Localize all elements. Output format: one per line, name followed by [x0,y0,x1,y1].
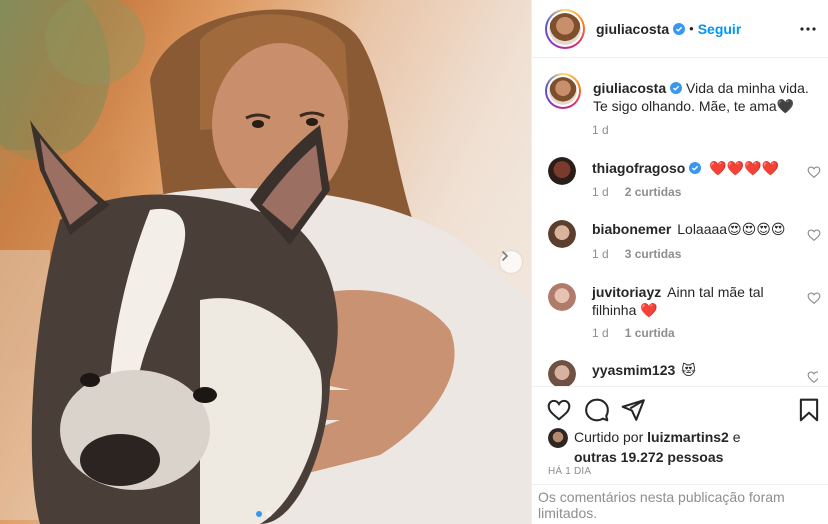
commenter-avatar[interactable] [548,220,576,248]
bookmark-icon[interactable] [796,397,822,423]
comment-time[interactable]: 1 d [592,326,609,340]
commenter-username[interactable]: biabonemer [592,221,671,237]
chevron-right-icon [502,251,509,261]
comment-heart-icon[interactable] [807,165,821,179]
comment-meta: 1 d 3 curtidas [592,247,681,261]
post-actions: Curtido por luizmartins2 e outras 19.272… [532,386,828,524]
comment-item: yyasmim123 😻 [548,360,818,386]
commenter-avatar[interactable] [548,360,576,386]
likes-count[interactable]: outras 19.272 pessoas [574,449,723,465]
likes-summary: Curtido por luizmartins2 e outras 19.272… [548,427,818,467]
comment-heart-icon[interactable] [807,228,821,242]
caption-author-avatar[interactable] [545,73,581,109]
post-details-panel: giuliacosta • Seguir giuliacosta Vida da… [531,0,828,524]
author-username[interactable]: giuliacosta [596,21,669,37]
next-slide-button[interactable] [500,251,522,273]
carousel-dot-active [256,511,262,517]
commenter-avatar[interactable] [548,157,576,185]
comment-heart-icon[interactable] [807,370,818,384]
more-options-button[interactable] [797,18,819,40]
separator-dot: • [689,21,694,36]
likes-prefix: Curtido por [574,429,644,445]
post-photo[interactable] [0,0,531,524]
post-timestamp[interactable]: HÁ 1 DIA [548,466,591,477]
post-header: giuliacosta • Seguir [532,0,828,58]
commenter-username[interactable]: juvitoriayz [592,284,661,300]
heart-outline-icon[interactable] [546,397,572,423]
comment-meta: 1 d 1 curtida [592,326,675,340]
carousel-dot [266,511,272,517]
caption-time[interactable]: 1 d [592,123,609,137]
caption-meta: 1 d [592,123,609,137]
comment-time[interactable]: 1 d [592,185,609,199]
comment-text: 😻 [681,362,696,378]
comment-meta: 1 d 2 curtidas [592,185,681,199]
carousel-indicator [256,511,272,517]
comment-heart-icon[interactable] [807,291,821,305]
paper-plane-icon[interactable] [620,397,646,423]
comment-time[interactable]: 1 d [592,247,609,261]
comment-text: ❤️❤️❤️❤️ [709,160,779,176]
commenter-username[interactable]: yyasmim123 [592,362,675,378]
comment-text: Lolaaaa😍😍😍😍 [677,221,786,237]
photo-illustration [0,0,531,524]
comment-likes[interactable]: 2 curtidas [625,185,682,199]
liker-avatar[interactable] [548,428,568,448]
comment-likes[interactable]: 1 curtida [625,326,675,340]
commenter-username[interactable]: thiagofragoso [592,160,685,176]
verified-badge-icon [670,82,683,94]
commenter-avatar[interactable] [548,283,576,311]
comment-likes[interactable]: 3 curtidas [625,247,682,261]
follow-button[interactable]: Seguir [698,21,742,37]
liker-username[interactable]: luizmartins2 [647,429,729,445]
verified-badge-icon [673,22,686,35]
author-avatar[interactable] [545,8,585,49]
comments-limited-notice: Os comentários nesta publicação foram li… [532,484,828,524]
more-options-icon [800,27,816,31]
comment-bubble-icon[interactable] [584,397,610,423]
caption-username[interactable]: giuliacosta [593,80,666,96]
verified-badge-icon [689,162,702,174]
likes-joiner: e [732,429,741,445]
